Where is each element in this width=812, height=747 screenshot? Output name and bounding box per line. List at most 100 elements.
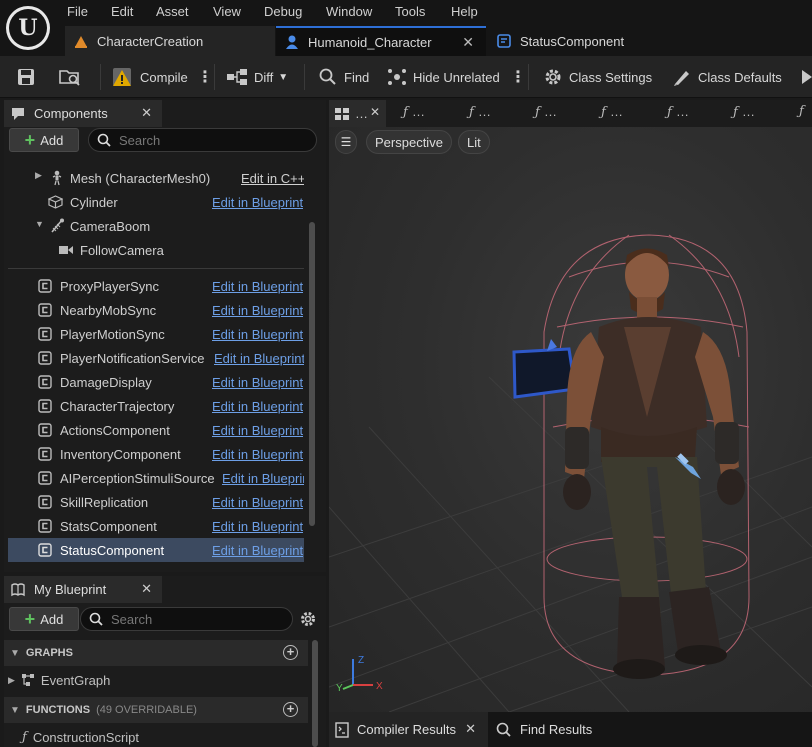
component-name: CameraBoom [70, 218, 151, 234]
compile-button[interactable]: Compile [112, 56, 188, 98]
tab-compiler-results[interactable]: Compiler Results ✕ [329, 712, 488, 747]
edit-in-blueprint-link[interactable]: Edit in Blueprint [212, 495, 303, 510]
edit-in-blueprint-link[interactable]: Edit in Blueprint [212, 399, 303, 414]
menu-help[interactable]: Help [451, 4, 478, 20]
play-button[interactable] [800, 56, 812, 98]
close-panel-icon[interactable]: ✕ [141, 105, 152, 121]
viewport[interactable]: Z X Y [329, 127, 812, 712]
edit-in-blueprint-link[interactable]: Edit in Blueprint [212, 447, 303, 462]
component-row-cameraboom[interactable]: ▼ CameraBoom [8, 214, 304, 238]
component-row-mesh[interactable]: ▶ Mesh (CharacterMesh0) Edit in C++ [8, 166, 304, 190]
component-row[interactable]: StatsComponent Edit in Blueprint [8, 514, 304, 538]
edit-in-blueprint-link[interactable]: Edit in Blueprint [212, 195, 303, 210]
function-tab-icon[interactable]: ƒ … [535, 104, 557, 120]
character-mesh [563, 248, 745, 679]
component-row[interactable]: CharacterTrajectory Edit in Blueprint [8, 394, 304, 418]
menu-view[interactable]: View [213, 4, 241, 20]
hide-unrelated-options-icon[interactable]: ⋮ [510, 56, 526, 98]
component-row[interactable]: NearbyMobSync Edit in Blueprint [8, 298, 304, 322]
edit-in-blueprint-link[interactable]: Edit in Blueprint [214, 351, 304, 366]
component-row[interactable]: PlayerNotificationService Edit in Bluepr… [8, 346, 304, 370]
class-defaults-button[interactable]: Class Defaults [672, 56, 782, 98]
component-name: PlayerMotionSync [60, 326, 165, 342]
viewport-options-button[interactable]: ☰ [335, 130, 357, 154]
browse-button[interactable] [58, 56, 82, 98]
component-row-cylinder[interactable]: Cylinder Edit in Blueprint [8, 190, 304, 214]
edit-in-blueprint-link[interactable]: Edit in Blueprint [212, 423, 303, 438]
my-blueprint-scrollbar[interactable] [312, 640, 318, 747]
function-tab-icon[interactable]: ƒ [799, 104, 804, 119]
menu-tools[interactable]: Tools [395, 4, 425, 20]
menu-window[interactable]: Window [326, 4, 372, 20]
collapse-arrow-icon[interactable]: ▼ [35, 219, 44, 229]
components-icon [12, 107, 24, 120]
add-graph-icon[interactable]: + [283, 645, 298, 660]
edit-in-blueprint-link[interactable]: Edit in Blueprint [212, 375, 303, 390]
component-row[interactable]: InventoryComponent Edit in Blueprint [8, 442, 304, 466]
lit-button[interactable]: Lit [458, 130, 490, 154]
actor-component-icon [38, 303, 52, 317]
perspective-button[interactable]: Perspective [366, 130, 452, 154]
edit-in-blueprint-link[interactable]: Edit in Blueprint [212, 519, 303, 534]
edit-in-blueprint-link[interactable]: Edit in Blueprint [212, 279, 303, 294]
close-tab-icon[interactable]: ✕ [465, 721, 476, 737]
compile-options-icon[interactable]: ⋮ [197, 56, 213, 98]
edit-in-blueprint-link[interactable]: Edit in Blueprint [212, 303, 303, 318]
edit-in-blueprint-link[interactable]: Edit in Blueprint [212, 327, 303, 342]
actor-component-icon [38, 327, 52, 341]
component-row[interactable]: ActionsComponent Edit in Blueprint [8, 418, 304, 442]
settings-gear-icon[interactable] [299, 610, 317, 628]
add-member-button[interactable]: + Add [9, 607, 79, 631]
close-panel-icon[interactable]: ✕ [141, 581, 152, 597]
component-row[interactable]: AIPerceptionStimuliSource Edit in Bluepr… [8, 466, 304, 490]
close-tab-icon[interactable]: ✕ [370, 105, 380, 119]
tab-find-results[interactable]: Find Results [496, 712, 616, 747]
graphs-section-header[interactable]: ▼ GRAPHS + [4, 640, 308, 666]
class-defaults-label: Class Defaults [698, 69, 782, 85]
edit-in-cpp-link[interactable]: Edit in C++ [241, 171, 304, 186]
actor-component-icon [38, 495, 52, 509]
viewport-tab[interactable]: … ✕ [329, 100, 386, 127]
function-tab-icon[interactable]: ƒ … [733, 104, 755, 120]
menu-edit[interactable]: Edit [111, 4, 133, 20]
hide-unrelated-button[interactable]: Hide Unrelated [387, 56, 500, 98]
component-row-followcamera[interactable]: FollowCamera [8, 238, 304, 262]
save-button[interactable] [16, 56, 36, 98]
add-function-icon[interactable]: + [283, 702, 298, 717]
tab-humanoid-character[interactable]: Humanoid_Character ✕ [276, 26, 486, 56]
functions-section-header[interactable]: ▼ FUNCTIONS (49 OVERRIDABLE) + [4, 697, 308, 723]
menu-asset[interactable]: Asset [156, 4, 189, 20]
function-tab-icon[interactable]: ƒ … [601, 104, 623, 120]
unreal-logo-icon[interactable]: U [6, 6, 50, 50]
edit-in-blueprint-link[interactable]: Edit in Blueprint [222, 471, 304, 486]
components-tab[interactable]: Components ✕ [4, 100, 162, 127]
gear-icon [545, 69, 561, 85]
graph-item-eventgraph[interactable]: ▶ EventGraph [8, 668, 304, 692]
function-item-constructionscript[interactable]: ƒ ConstructionScript [22, 727, 302, 747]
components-search-input[interactable]: Search [88, 128, 317, 152]
function-name: ConstructionScript [32, 729, 140, 745]
tab-status-component[interactable]: StatusComponent [488, 26, 668, 56]
diff-dropdown[interactable]: Diff ▼ [226, 56, 288, 98]
component-row[interactable]: PlayerMotionSync Edit in Blueprint [8, 322, 304, 346]
function-tab-icon[interactable]: ƒ … [469, 104, 491, 120]
function-tab-icon[interactable]: ƒ … [403, 104, 425, 120]
component-row[interactable]: DamageDisplay Edit in Blueprint [8, 370, 304, 394]
add-component-button[interactable]: + Add [9, 128, 79, 152]
my-blueprint-tab[interactable]: My Blueprint ✕ [4, 576, 162, 603]
tab-character-creation[interactable]: CharacterCreation [65, 26, 275, 56]
expand-arrow-icon[interactable]: ▶ [8, 675, 15, 686]
class-settings-button[interactable]: Class Settings [543, 56, 652, 98]
close-tab-icon[interactable]: ✕ [462, 34, 474, 51]
components-scrollbar[interactable] [309, 222, 315, 526]
component-row-selected[interactable]: StatusComponent Edit in Blueprint [8, 538, 304, 562]
menu-debug[interactable]: Debug [264, 4, 302, 20]
find-button[interactable]: Find [318, 56, 369, 98]
expand-arrow-icon[interactable]: ▶ [35, 170, 42, 181]
edit-in-blueprint-link[interactable]: Edit in Blueprint [212, 543, 303, 558]
menu-file[interactable]: File [67, 4, 88, 20]
component-row[interactable]: SkillReplication Edit in Blueprint [8, 490, 304, 514]
component-row[interactable]: ProxyPlayerSync Edit in Blueprint [8, 274, 304, 298]
function-tab-icon[interactable]: ƒ … [667, 104, 689, 120]
my-blueprint-search-input[interactable]: Search [80, 607, 293, 631]
